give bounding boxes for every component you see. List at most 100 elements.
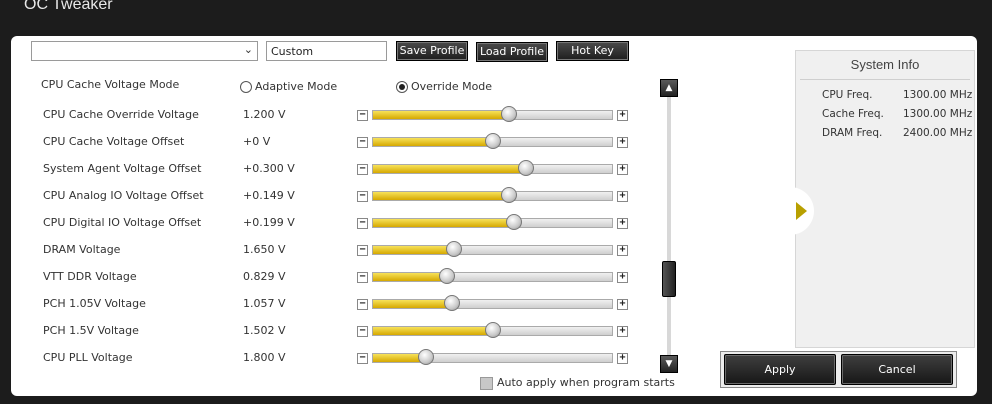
adaptive-mode-radio[interactable]: Adaptive Mode xyxy=(240,80,337,94)
setting-value[interactable]: 1.650 V xyxy=(243,243,286,256)
voltage-slider[interactable] xyxy=(372,160,613,176)
setting-label: CPU PLL Voltage xyxy=(43,351,133,364)
setting-value[interactable]: 1.057 V xyxy=(243,297,286,310)
scroll-up-arrow-icon[interactable]: ▲ xyxy=(660,79,678,97)
increase-icon[interactable]: + xyxy=(617,218,628,229)
decrease-icon[interactable]: − xyxy=(357,110,368,121)
decrease-icon[interactable]: − xyxy=(357,353,368,364)
decrease-icon[interactable]: − xyxy=(357,137,368,148)
slider-fill xyxy=(373,327,493,335)
decrease-icon[interactable]: − xyxy=(357,245,368,256)
slider-fill xyxy=(373,138,493,146)
system-info-panel: System Info CPU Freq. 1300.00 MHz Cache … xyxy=(795,50,975,348)
setting-value[interactable]: 1.502 V xyxy=(243,324,286,337)
setting-row: System Agent Voltage Offset +0.300 V − + xyxy=(0,160,640,189)
setting-label: CPU Analog IO Voltage Offset xyxy=(43,189,204,202)
scrollbar-thumb[interactable] xyxy=(662,261,676,297)
setting-value[interactable]: 0.829 V xyxy=(243,270,286,283)
decrease-icon[interactable]: − xyxy=(357,218,368,229)
increase-icon[interactable]: + xyxy=(617,137,628,148)
cancel-button[interactable]: Cancel xyxy=(841,354,953,385)
slider-fill xyxy=(373,165,526,173)
voltage-slider[interactable] xyxy=(372,268,613,284)
setting-row: CPU Cache Voltage Offset +0 V − + xyxy=(0,133,640,162)
chevron-down-icon: ⌄ xyxy=(243,43,253,56)
setting-row: PCH 1.5V Voltage 1.502 V − + xyxy=(0,322,640,351)
setting-value[interactable]: +0.149 V xyxy=(243,189,295,202)
info-value: 2400.00 MHz xyxy=(903,127,973,139)
override-mode-radio[interactable]: Override Mode xyxy=(396,80,492,94)
setting-row: CPU Cache Override Voltage 1.200 V − + xyxy=(0,106,640,135)
setting-row: VTT DDR Voltage 0.829 V − + xyxy=(0,268,640,297)
decrease-icon[interactable]: − xyxy=(357,272,368,283)
voltage-slider[interactable] xyxy=(372,187,613,203)
system-info-title: System Info xyxy=(850,57,920,72)
radio-circle-icon xyxy=(240,81,252,93)
decrease-icon[interactable]: − xyxy=(357,191,368,202)
slider-knob[interactable] xyxy=(517,160,534,176)
radio-selected-icon xyxy=(396,81,408,93)
settings-scrollbar[interactable]: ▲ ▼ xyxy=(660,79,678,373)
voltage-slider[interactable] xyxy=(372,349,613,365)
setting-value[interactable]: +0 V xyxy=(243,135,270,148)
cache-voltage-mode-label: CPU Cache Voltage Mode xyxy=(41,78,180,91)
voltage-slider[interactable] xyxy=(372,133,613,149)
divider xyxy=(800,79,970,80)
decrease-icon[interactable]: − xyxy=(357,299,368,310)
save-profile-button[interactable]: Save Profile xyxy=(396,41,468,61)
slider-knob[interactable] xyxy=(439,268,456,284)
decrease-icon[interactable]: − xyxy=(357,326,368,337)
load-profile-button[interactable]: Load Profile xyxy=(476,42,548,62)
setting-label: PCH 1.05V Voltage xyxy=(43,297,146,310)
voltage-slider[interactable] xyxy=(372,322,613,338)
increase-icon[interactable]: + xyxy=(617,353,628,364)
voltage-slider[interactable] xyxy=(372,106,613,122)
increase-icon[interactable]: + xyxy=(617,299,628,310)
voltage-slider[interactable] xyxy=(372,295,613,311)
slider-knob[interactable] xyxy=(443,295,460,311)
slider-knob[interactable] xyxy=(446,241,463,257)
slider-knob[interactable] xyxy=(501,187,518,203)
slider-knob[interactable] xyxy=(484,322,501,338)
info-value: 1300.00 MHz xyxy=(903,89,973,101)
slider-knob[interactable] xyxy=(484,133,501,149)
slider-knob[interactable] xyxy=(501,106,518,122)
override-mode-label: Override Mode xyxy=(411,80,493,93)
auto-apply-checkbox[interactable]: Auto apply when program starts xyxy=(480,376,675,390)
increase-icon[interactable]: + xyxy=(617,326,628,337)
profile-name-input[interactable]: Custom xyxy=(266,41,387,61)
setting-label: CPU Cache Voltage Offset xyxy=(43,135,185,148)
scroll-down-arrow-icon[interactable]: ▼ xyxy=(660,355,678,373)
setting-value[interactable]: +0.300 V xyxy=(243,162,295,175)
decrease-icon[interactable]: − xyxy=(357,164,368,175)
slider-fill xyxy=(373,300,452,308)
setting-label: CPU Cache Override Voltage xyxy=(43,108,199,121)
increase-icon[interactable]: + xyxy=(617,272,628,283)
setting-label: PCH 1.5V Voltage xyxy=(43,324,139,337)
info-row-cpu-freq: CPU Freq. 1300.00 MHz xyxy=(822,89,972,101)
setting-value[interactable]: 1.800 V xyxy=(243,351,286,364)
setting-row: PCH 1.05V Voltage 1.057 V − + xyxy=(0,295,640,324)
apply-button[interactable]: Apply xyxy=(724,354,836,385)
increase-icon[interactable]: + xyxy=(617,191,628,202)
increase-icon[interactable]: + xyxy=(617,164,628,175)
voltage-slider[interactable] xyxy=(372,214,613,230)
setting-value[interactable]: +0.199 V xyxy=(243,216,295,229)
checkbox-icon xyxy=(480,376,493,390)
setting-label: System Agent Voltage Offset xyxy=(43,162,202,175)
info-label: DRAM Freq. xyxy=(822,127,883,139)
increase-icon[interactable]: + xyxy=(617,245,628,256)
slider-knob[interactable] xyxy=(417,349,434,365)
slider-knob[interactable] xyxy=(506,214,522,230)
info-row-cache-freq: Cache Freq. 1300.00 MHz xyxy=(822,108,972,120)
slider-fill xyxy=(373,246,455,254)
arrow-right-icon xyxy=(796,202,807,220)
setting-value[interactable]: 1.200 V xyxy=(243,108,286,121)
increase-icon[interactable]: + xyxy=(617,110,628,121)
profile-dropdown[interactable]: ⌄ xyxy=(31,41,258,61)
voltage-slider[interactable] xyxy=(372,241,613,257)
info-label: CPU Freq. xyxy=(822,89,873,101)
hot-key-button[interactable]: Hot Key xyxy=(556,41,629,61)
info-row-dram-freq: DRAM Freq. 2400.00 MHz xyxy=(822,127,972,139)
setting-label: CPU Digital IO Voltage Offset xyxy=(43,216,202,229)
